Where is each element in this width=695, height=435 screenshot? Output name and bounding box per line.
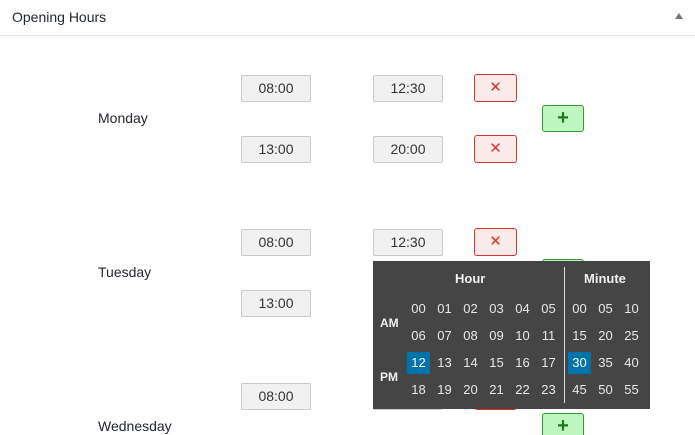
close-icon: ✕ [489,140,502,157]
minute-option[interactable]: 50 [594,379,617,401]
hour-option[interactable]: 09 [485,325,508,347]
start-time-field[interactable]: 08:00 [241,229,311,256]
panel-title: Opening Hours [12,9,107,25]
end-time-field[interactable]: 20:00 [373,136,443,163]
minute-option[interactable]: 40 [620,352,643,374]
pm-label: PM [380,370,398,384]
hour-option[interactable]: 13 [433,352,456,374]
add-range-button[interactable]: + [542,413,584,435]
hour-option[interactable]: 17 [537,352,560,374]
minute-option[interactable]: 55 [620,379,643,401]
am-label: AM [380,316,399,330]
hour-option[interactable]: 23 [537,379,560,401]
end-time-field[interactable]: 12:30 [373,229,443,256]
hour-option[interactable]: 10 [511,325,534,347]
remove-range-button[interactable]: ✕ [474,74,517,102]
hour-option[interactable]: 19 [433,379,456,401]
hour-option[interactable]: 14 [459,352,482,374]
plus-icon: + [557,107,569,129]
picker-divider [564,267,565,403]
minute-option[interactable]: 15 [568,325,591,347]
close-icon: ✕ [489,233,502,250]
start-time-field[interactable]: 13:00 [241,136,311,163]
minute-option[interactable]: 10 [620,298,643,320]
minute-option[interactable]: 25 [620,325,643,347]
plus-icon: + [557,415,569,435]
minute-option[interactable]: 20 [594,325,617,347]
hour-option[interactable]: 02 [459,298,482,320]
end-time-field[interactable]: 12:30 [373,75,443,102]
minute-option[interactable]: 05 [594,298,617,320]
time-picker-popup: Hour Minute AM PM 00 01 02 03 04 05 06 07 08 09 10… [373,261,650,409]
collapse-arrow-icon[interactable] [675,13,683,19]
hour-option[interactable]: 06 [407,325,430,347]
close-icon: ✕ [489,79,502,96]
day-label-monday: Monday [98,110,148,126]
minute-option[interactable]: 00 [568,298,591,320]
hour-option[interactable]: 04 [511,298,534,320]
start-time-field[interactable]: 08:00 [241,75,311,102]
hour-option[interactable]: 05 [537,298,560,320]
hour-option[interactable]: 07 [433,325,456,347]
minute-header: Minute [584,271,626,286]
remove-range-button[interactable]: ✕ [474,228,517,256]
hour-option[interactable]: 20 [459,379,482,401]
minute-option[interactable]: 30 [568,352,591,374]
hour-option[interactable]: 21 [485,379,508,401]
hour-option[interactable]: 11 [537,325,560,347]
panel-header[interactable]: Opening Hours [0,0,695,36]
hour-option[interactable]: 00 [407,298,430,320]
start-time-field[interactable]: 13:00 [241,290,311,317]
day-label-wednesday: Wednesday [98,418,172,434]
hour-option[interactable]: 01 [433,298,456,320]
hour-option[interactable]: 18 [407,379,430,401]
remove-range-button[interactable]: ✕ [474,135,517,163]
minute-option[interactable]: 45 [568,379,591,401]
day-label-tuesday: Tuesday [98,264,152,280]
add-range-button[interactable]: + [542,105,584,132]
hour-option[interactable]: 03 [485,298,508,320]
hour-option[interactable]: 16 [511,352,534,374]
hour-option[interactable]: 15 [485,352,508,374]
hour-option[interactable]: 08 [459,325,482,347]
hour-option[interactable]: 12 [407,352,430,374]
minute-option[interactable]: 35 [594,352,617,374]
start-time-field[interactable]: 08:00 [241,383,311,410]
hour-header: Hour [455,271,486,286]
hour-option[interactable]: 22 [511,379,534,401]
